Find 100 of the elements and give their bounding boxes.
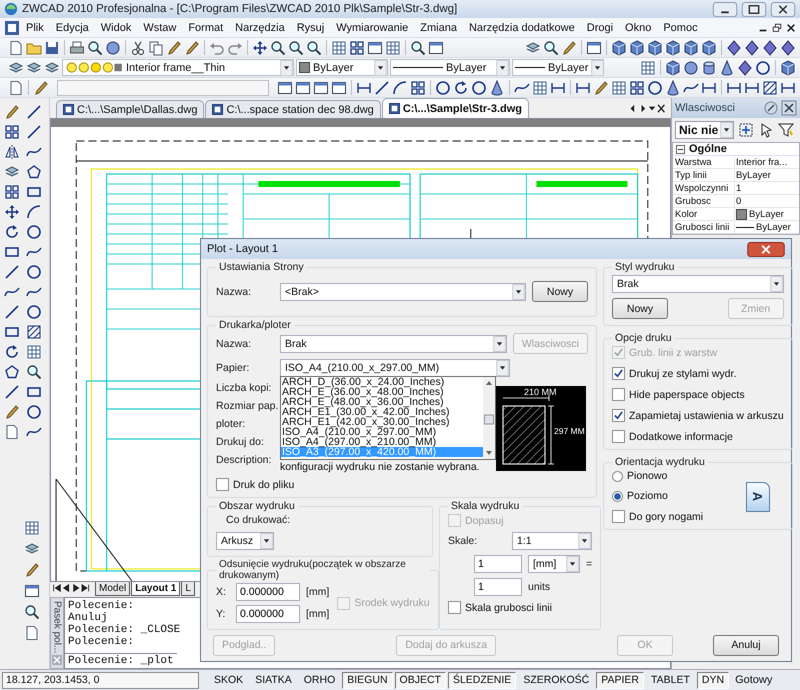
caret-icon[interactable] [770, 276, 783, 292]
cone-icon[interactable] [719, 60, 735, 76]
close-icon[interactable] [786, 22, 796, 32]
line-icon[interactable] [374, 80, 390, 96]
window-icon[interactable] [428, 40, 444, 56]
menu-item[interactable]: Pomoc [657, 22, 704, 34]
property-value[interactable]: 0 [735, 196, 799, 206]
move-icon[interactable] [4, 204, 20, 220]
line-icon[interactable] [26, 104, 42, 120]
menu-item[interactable]: Format [182, 22, 230, 34]
property-value[interactable]: ByLayer [735, 222, 799, 232]
rectangle-icon[interactable] [26, 184, 42, 200]
caret-icon[interactable] [496, 60, 509, 76]
cube-icon[interactable] [701, 40, 717, 56]
grid-icon[interactable] [611, 80, 627, 96]
radio-button[interactable] [612, 490, 623, 502]
unit-dropdown[interactable]: [mm] [528, 555, 580, 573]
array-icon[interactable] [4, 124, 20, 140]
list-item[interactable]: ISO_A4_(297.00_x_210.00_MM) [281, 437, 483, 447]
circle-icon[interactable] [435, 80, 451, 96]
zoom-icon[interactable] [26, 364, 42, 380]
close-icon[interactable] [747, 242, 785, 256]
paper-dropdown[interactable]: ISO_A4_(210.00_x_297.00_MM) [280, 359, 510, 377]
line-icon[interactable] [4, 264, 20, 280]
zoom-icon[interactable] [288, 40, 304, 56]
copy-icon[interactable] [148, 40, 164, 56]
list-item[interactable]: ISO_A4_(210.00_x_297.00_MM) [281, 427, 483, 437]
menu-item[interactable]: Plik [20, 22, 50, 34]
window-icon[interactable] [295, 80, 311, 96]
offset-x-field[interactable]: 0.000000 [236, 583, 300, 601]
status-toggle[interactable]: BIEGUN [342, 672, 393, 688]
circle-icon[interactable] [26, 264, 42, 280]
status-toggle[interactable]: SIATKA [250, 672, 297, 688]
window-icon[interactable] [277, 80, 293, 96]
window-icon[interactable] [586, 40, 602, 56]
checkbox[interactable] [612, 367, 625, 380]
grid-icon[interactable] [26, 344, 42, 360]
caret-icon[interactable] [492, 336, 506, 352]
circle-icon[interactable] [26, 404, 42, 420]
sphere-icon[interactable] [105, 40, 121, 56]
grid-icon[interactable] [385, 40, 401, 56]
sphere-icon[interactable] [683, 60, 699, 76]
list-item[interactable]: ARCH_E_(48.00_x_36.00_Inches) [281, 397, 483, 407]
cube-icon[interactable] [683, 40, 699, 56]
layers-icon[interactable] [26, 60, 42, 76]
window-icon[interactable] [24, 583, 40, 599]
list-item[interactable]: ARCH_E1_(42.00_x_30.00_Inches) [281, 417, 483, 427]
status-toggle[interactable]: ORHO [298, 672, 340, 688]
layout-tab[interactable]: L [181, 582, 195, 596]
grid-icon[interactable] [24, 520, 40, 536]
cone-icon[interactable] [489, 80, 505, 96]
style-button[interactable]: Nowy [612, 298, 668, 319]
menu-item[interactable]: Edycja [50, 22, 95, 34]
property-value[interactable]: ByLayer [735, 170, 799, 180]
window-icon[interactable] [331, 80, 347, 96]
window-icon[interactable] [313, 80, 329, 96]
grid-icon[interactable] [640, 60, 656, 76]
menu-item[interactable]: Zmiana [414, 22, 463, 34]
checkbox[interactable] [612, 430, 625, 443]
menu-item[interactable]: Widok [94, 22, 138, 34]
zoom-icon[interactable] [24, 604, 40, 620]
circle-icon[interactable] [755, 60, 771, 76]
close-icon[interactable] [781, 100, 797, 116]
hatch-icon[interactable] [762, 80, 778, 96]
rectangle-icon[interactable] [4, 324, 20, 340]
menu-item[interactable]: Rysuj [290, 22, 330, 34]
property-value[interactable]: 1 [735, 182, 799, 194]
caret-icon[interactable] [578, 533, 592, 549]
hatch-icon[interactable] [26, 324, 42, 340]
caret-icon[interactable] [280, 60, 293, 76]
checkbox[interactable] [448, 601, 461, 614]
lineweight-dropdown[interactable]: ByLayer [512, 59, 604, 76]
caret-icon[interactable] [591, 60, 604, 76]
layer-state-drawing[interactable] [65, 61, 123, 74]
save-icon[interactable] [44, 40, 60, 56]
document-tab[interactable]: C:\...space station dec 98.dwg [205, 100, 381, 118]
cube-icon[interactable] [647, 40, 663, 56]
status-toggle[interactable]: OBJECT [394, 672, 446, 688]
line-icon[interactable] [4, 304, 20, 320]
layer-dropdown[interactable]: Interior frame__Thin [62, 59, 294, 76]
list-item[interactable]: ARCH_E1_(30.00_x_42.00_Inches) [281, 407, 483, 417]
scrollbar[interactable] [483, 377, 495, 459]
array-icon[interactable] [4, 184, 20, 200]
maximize-icon[interactable] [741, 2, 767, 16]
rectangle-icon[interactable] [26, 384, 42, 400]
brush-icon[interactable] [4, 104, 20, 120]
line-icon[interactable] [26, 124, 42, 140]
checkbox[interactable] [612, 510, 625, 523]
menu-item[interactable]: Drogi [580, 22, 620, 34]
caret-icon[interactable] [720, 122, 734, 138]
checkbox[interactable] [612, 388, 625, 401]
brush-icon[interactable] [4, 404, 20, 420]
status-toggle[interactable]: SZEROKOŚĆ [518, 672, 594, 688]
radio-button[interactable] [612, 470, 623, 482]
new-button[interactable]: Nowy [532, 281, 588, 302]
collapse-icon[interactable] [676, 144, 685, 154]
page-setup-dropdown[interactable]: <Brak> [280, 282, 526, 300]
dialog-button[interactable]: Anuluj [713, 634, 779, 656]
menu-item[interactable]: Okno [619, 22, 658, 34]
color-dropdown[interactable]: ByLayer [296, 59, 388, 76]
